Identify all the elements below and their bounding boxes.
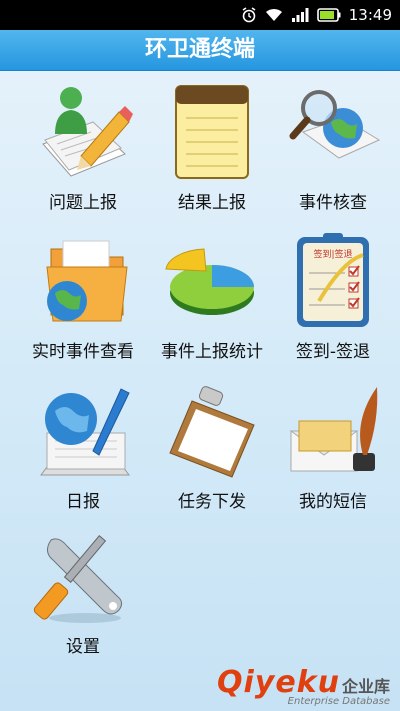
menu-label: 实时事件查看 bbox=[32, 342, 134, 362]
menu-label: 事件上报统计 bbox=[161, 342, 263, 362]
page-title: 环卫通终端 bbox=[0, 30, 400, 71]
globe-magnifier-icon bbox=[289, 90, 381, 159]
menu-label: 设置 bbox=[66, 637, 100, 657]
signal-icon bbox=[291, 8, 309, 22]
menu-item-sign-in-out[interactable]: 签到|签退 签到-签退 bbox=[269, 231, 397, 362]
menu-item-task-dispatch[interactable]: 任务下发 bbox=[148, 381, 276, 512]
folder-globe-icon bbox=[46, 240, 128, 322]
envelope-quill-icon bbox=[289, 387, 378, 472]
clipboard-header: 签到|签退 bbox=[313, 248, 352, 260]
battery-icon bbox=[316, 8, 341, 22]
wifi-icon bbox=[265, 8, 283, 22]
watermark-brand: Qiyeku bbox=[216, 665, 340, 700]
status-bar: 13:49 bbox=[0, 0, 400, 30]
menu-label: 任务下发 bbox=[178, 492, 246, 512]
menu-item-event-check[interactable]: 事件核查 bbox=[269, 82, 397, 213]
globe-book-icon bbox=[40, 388, 130, 476]
checklist-clipboard-icon: 签到|签退 bbox=[297, 233, 369, 327]
menu-label: 签到-签退 bbox=[295, 342, 371, 362]
notepad-icon bbox=[175, 85, 249, 179]
menu-item-realtime-events[interactable]: 实时事件查看 bbox=[19, 231, 147, 362]
menu-item-settings[interactable]: 设置 bbox=[19, 526, 147, 657]
tools-icon bbox=[33, 535, 123, 623]
menu-item-my-messages[interactable]: 我的短信 bbox=[269, 381, 397, 512]
pie-chart-icon bbox=[165, 248, 254, 315]
menu-item-result-report[interactable]: 结果上报 bbox=[148, 82, 276, 213]
watermark-cn: 企业库 bbox=[341, 677, 390, 696]
menu-label: 问题上报 bbox=[49, 193, 117, 213]
report-pencil-icon bbox=[42, 87, 133, 177]
menu-label: 我的短信 bbox=[299, 492, 367, 512]
menu-item-event-statistics[interactable]: 事件上报统计 bbox=[148, 231, 276, 362]
menu-item-daily-report[interactable]: 日报 bbox=[19, 381, 147, 512]
menu-label: 结果上报 bbox=[178, 193, 246, 213]
clock-time: 13:49 bbox=[348, 6, 392, 24]
clipboard-icon bbox=[169, 386, 255, 478]
menu-label: 日报 bbox=[66, 492, 100, 512]
menu-label: 事件核查 bbox=[299, 193, 367, 213]
alarm-icon bbox=[241, 7, 257, 23]
watermark-logo: Qiyeku 企业库 Enterprise Database bbox=[217, 665, 390, 707]
menu-item-problem-report[interactable]: 问题上报 bbox=[19, 82, 147, 213]
